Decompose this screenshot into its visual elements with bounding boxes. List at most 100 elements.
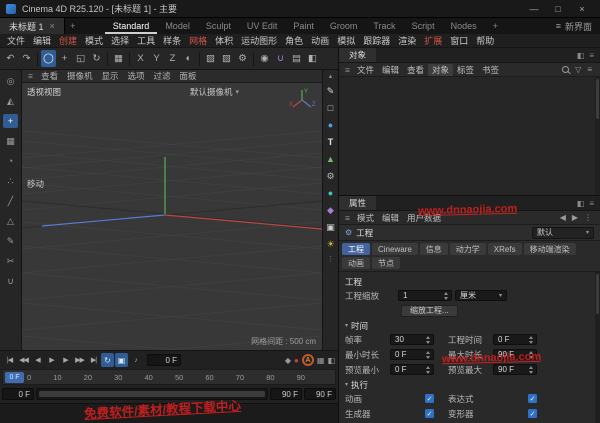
panel-layout-icon[interactable]: ◧	[577, 51, 585, 60]
attr-tab-nodes[interactable]: 节点	[372, 257, 400, 269]
search-icon[interactable]	[562, 66, 569, 73]
maximize-button[interactable]: □	[546, 0, 570, 18]
menu-render[interactable]: 渲染	[394, 34, 420, 47]
playhead[interactable]: 0 F	[5, 372, 24, 383]
range-end-field[interactable]: 90 F	[270, 388, 302, 400]
autokey-toggle[interactable]: A	[302, 354, 314, 366]
minimize-button[interactable]: —	[522, 0, 546, 18]
sphere-primitive-icon[interactable]: ●	[324, 119, 337, 131]
menu-file[interactable]: 文件	[3, 34, 29, 47]
panel-menu-icon[interactable]: ≡	[589, 199, 594, 208]
attr-tab-info[interactable]: 信息	[420, 243, 448, 255]
document-tab-close-icon[interactable]: ×	[50, 21, 55, 31]
spline-pen-icon[interactable]: ✎	[324, 85, 337, 97]
menu-tools[interactable]: 工具	[133, 34, 159, 47]
menu-extensions[interactable]: 扩展	[420, 34, 446, 47]
viewport-menu-filter[interactable]: 过滤	[150, 70, 175, 82]
attr-tab-cineware[interactable]: Cineware	[372, 243, 418, 255]
object-tree-scrollbar[interactable]	[595, 77, 600, 195]
undo-icon[interactable]: ↶	[3, 50, 18, 67]
move-tool-icon[interactable]: +	[57, 50, 72, 67]
camera-icon[interactable]: ▣	[324, 221, 337, 233]
points-mode-icon[interactable]: ∴	[3, 174, 18, 188]
viewport-menu-view[interactable]: 查看	[37, 70, 62, 82]
attr-tab-animation[interactable]: 动画	[342, 257, 370, 269]
viewport-canvas[interactable]: 透视视图 默认摄像机 ▾ 移动 网格间距 : 500 cm Y X Z	[22, 83, 322, 350]
preview-min-field[interactable]: 0 F	[390, 364, 434, 375]
max-time-field[interactable]: 90 F	[493, 349, 537, 360]
attr-menu-userdata[interactable]: 用户数据	[403, 212, 445, 224]
close-button[interactable]: ×	[570, 0, 594, 18]
chevron-up-icon[interactable]: ▴	[329, 72, 333, 80]
coordinate-system-icon[interactable]: ◐	[181, 50, 196, 67]
new-layout-label[interactable]: 新界面	[565, 20, 592, 33]
layout-tab-nodes[interactable]: Nodes	[443, 18, 485, 34]
deformers-checkbox[interactable]: ✓	[528, 409, 537, 418]
layout-tab-groom[interactable]: Groom	[322, 18, 366, 34]
next-key-button[interactable]: ▶▶	[73, 353, 86, 367]
make-editable-icon[interactable]: ◭	[3, 94, 18, 108]
attr-tab-dynamics[interactable]: 动力学	[450, 243, 486, 255]
range-total-field[interactable]: 90 F	[304, 388, 336, 400]
prev-key-button[interactable]: ◀◀	[17, 353, 30, 367]
live-selection-icon[interactable]: ◯	[41, 50, 56, 67]
spinner-icon[interactable]	[426, 351, 431, 359]
preset-dropdown[interactable]: 默认 ▾	[532, 227, 594, 239]
model-mode-icon[interactable]: +	[3, 114, 18, 128]
next-frame-button[interactable]: ▶	[59, 353, 72, 367]
viewport-menu-options[interactable]: 选项	[124, 70, 149, 82]
menu-select[interactable]: 选择	[107, 34, 133, 47]
keyframe-settings-icon[interactable]: ◧	[327, 356, 335, 365]
expressions-checkbox[interactable]: ✓	[528, 394, 537, 403]
viewport-panel-menu-icon[interactable]: ≡	[25, 71, 36, 81]
object-tree[interactable]	[339, 77, 600, 195]
render-view-icon[interactable]: ▧	[203, 50, 218, 67]
z-axis-lock[interactable]: Z	[165, 50, 180, 67]
spinner-icon[interactable]	[426, 336, 431, 344]
attr-menu-edit[interactable]: 编辑	[378, 212, 403, 224]
menu-window[interactable]: 窗口	[446, 34, 472, 47]
scale-field[interactable]: 1	[398, 290, 452, 301]
render-settings-icon[interactable]: ⚙	[235, 50, 250, 67]
edges-mode-icon[interactable]: ╱	[3, 194, 18, 208]
attribute-scrollbar[interactable]	[595, 272, 600, 423]
objects-menu-view[interactable]: 查看	[403, 64, 428, 76]
panel-menu-icon[interactable]: ≡	[589, 51, 594, 60]
texture-mode-icon[interactable]: ▦	[3, 134, 18, 148]
record-dot-icon[interactable]: ●	[294, 356, 299, 365]
collapse-icon[interactable]: ▾	[345, 322, 348, 329]
pen-tool-icon[interactable]: ✎	[3, 234, 18, 248]
loop-toggle[interactable]: ↻	[101, 353, 114, 367]
camera-label[interactable]: 默认摄像机 ▾	[190, 86, 239, 98]
prev-frame-button[interactable]: ◀	[31, 353, 44, 367]
menu-character[interactable]: 角色	[281, 34, 307, 47]
history-back-icon[interactable]: ◀	[560, 213, 566, 222]
tab-attributes[interactable]: 属性	[339, 196, 376, 210]
field-icon[interactable]: ◆	[324, 204, 337, 216]
spinner-icon[interactable]	[529, 351, 534, 359]
objects-menu-tags[interactable]: 标签	[453, 64, 478, 76]
objects-menu-bookmarks[interactable]: 书签	[478, 64, 503, 76]
attr-menu-mode[interactable]: 模式	[353, 212, 378, 224]
min-time-field[interactable]: 0 F	[390, 349, 434, 360]
list-menu-icon[interactable]: ≡	[587, 65, 592, 74]
knife-tool-icon[interactable]: ✂	[3, 254, 18, 268]
dots-icon[interactable]: ⋮	[327, 255, 334, 263]
cube-primitive-icon[interactable]: □	[324, 102, 337, 114]
section-use[interactable]: ▾ 执行	[345, 378, 594, 391]
layout-tab-sculpt[interactable]: Sculpt	[198, 18, 239, 34]
menu-tracker[interactable]: 跟踪器	[359, 34, 394, 47]
menu-mograph[interactable]: 运动图形	[237, 34, 281, 47]
simulate-icon[interactable]: ◉	[257, 50, 272, 67]
menu-simulate[interactable]: 模拟	[333, 34, 359, 47]
menu-help[interactable]: 帮助	[472, 34, 498, 47]
range-start-field[interactable]: 0 F	[2, 388, 34, 400]
layout-tab-model[interactable]: Model	[157, 18, 198, 34]
document-tab[interactable]: 未标题 1 ×	[0, 18, 65, 34]
tab-objects[interactable]: 对象	[339, 48, 376, 62]
history-forward-icon[interactable]: ▶	[572, 213, 578, 222]
layout-tab-script[interactable]: Script	[404, 18, 443, 34]
animation-checkbox[interactable]: ✓	[425, 394, 434, 403]
workplane-mode-icon[interactable]: ◔	[3, 154, 18, 168]
viewport-menu-display[interactable]: 显示	[98, 70, 123, 82]
